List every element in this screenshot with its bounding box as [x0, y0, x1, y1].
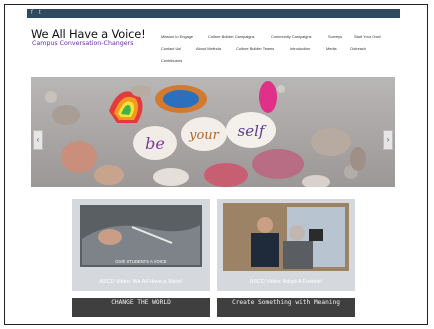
- nav-culture-builder-campaigns[interactable]: Culture Builder Campaigns: [208, 34, 255, 39]
- nav-start-your-own[interactable]: Start Your Own!: [354, 34, 381, 39]
- twitter-icon[interactable]: t: [39, 9, 41, 18]
- nav-mission-to-engage[interactable]: Mission to Engage: [161, 34, 193, 39]
- banner-text: Create Something with Meaning: [231, 299, 341, 306]
- nav-culture-builder-teams[interactable]: Culture Builder Teams: [236, 46, 274, 51]
- hero-slide-image[interactable]: be your self: [31, 77, 395, 187]
- seashells-illustration: be your self: [45, 81, 366, 187]
- video-caption: ASCD Video: We All Have a Voice!: [99, 279, 183, 285]
- facebook-icon[interactable]: f: [31, 9, 33, 18]
- site-title[interactable]: We All Have a Voice!: [31, 27, 146, 41]
- nav-media[interactable]: Media: [326, 46, 337, 51]
- video-caption: ASCD Video: Adopt A Freshie!: [249, 279, 323, 285]
- video-thumbnail-chalk: GIVE STUDENTS A VOICE: [72, 199, 210, 291]
- video-thumbnail-interview: [217, 199, 355, 291]
- banner-change-the-world[interactable]: CHANGE THE WORLD: [72, 298, 210, 317]
- banner-text: CHANGE THE WORLD: [111, 299, 171, 306]
- nav-outreach[interactable]: Outreach: [350, 46, 366, 51]
- nav-about-melinda[interactable]: About Melinda: [196, 46, 221, 51]
- shell-word-your: your: [188, 128, 220, 143]
- video-tile-we-all-have-a-voice[interactable]: GIVE STUDENTS A VOICE ASCD Video: We All…: [72, 199, 210, 291]
- nav-community-campaigns[interactable]: Community Campaigns: [271, 34, 311, 39]
- nav-contributors[interactable]: Contributors: [161, 58, 182, 63]
- nav-surveys[interactable]: Surveys: [328, 34, 342, 39]
- nav-introduction[interactable]: Introduction: [290, 46, 310, 51]
- slider-prev-button[interactable]: ‹: [33, 130, 43, 150]
- slider-next-button[interactable]: ›: [383, 130, 393, 150]
- video-tile-adopt-a-freshie[interactable]: ASCD Video: Adopt A Freshie!: [217, 199, 355, 291]
- shell-word-self: self: [238, 122, 267, 140]
- top-social-bar: f t: [27, 9, 400, 18]
- video-overlay-text: GIVE STUDENTS A VOICE: [115, 259, 167, 264]
- site-tagline: Campus Conversation-Changers: [32, 40, 134, 47]
- banner-create-something[interactable]: Create Something with Meaning: [217, 298, 355, 317]
- shell-word-be: be: [145, 134, 165, 153]
- nav-contact-us[interactable]: Contact Us!: [161, 46, 181, 51]
